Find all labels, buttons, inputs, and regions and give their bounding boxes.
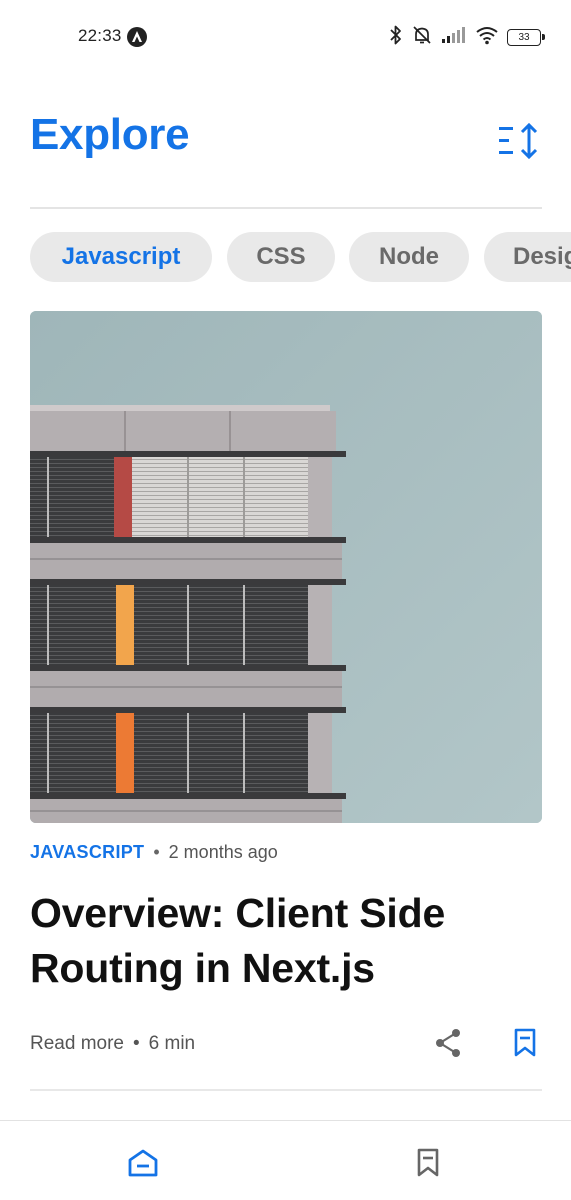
sort-button[interactable] [494,118,544,164]
bookmark-icon [417,1148,439,1177]
read-time: 6 min [148,1033,196,1054]
read-more-link[interactable]: Read more [30,1033,124,1055]
nav-bookmarks[interactable] [408,1143,448,1183]
page-title: Explore [30,110,190,159]
battery-icon: 33 [507,28,545,46]
read-separator: • [133,1033,140,1054]
article-image[interactable] [30,311,542,823]
building-photo [30,311,542,823]
sort-icon [499,122,538,160]
meta-separator: • [153,842,160,862]
bookmark-icon [514,1028,536,1057]
app-notification-icon [127,27,147,47]
article-divider [30,1089,542,1091]
share-icon [436,1029,460,1057]
chip-design[interactable]: Design [484,232,571,282]
bookmark-button[interactable] [507,1024,543,1062]
article-meta: JAVASCRIPT • 2 months ago [30,842,278,863]
bluetooth-icon [389,24,403,51]
category-chips: Javascript CSS Node Design [30,232,571,282]
bottom-nav [0,1120,571,1200]
article-published: 2 months ago [168,842,278,862]
status-time: 22:33 [78,26,122,45]
status-bar: 22:33 33 [0,0,571,76]
battery-level: 33 [518,31,530,43]
article-title[interactable]: Overview: Client Side Routing in Next.js [30,886,542,996]
article-category[interactable]: JAVASCRIPT [30,842,144,863]
chip-javascript[interactable]: Javascript [30,232,212,282]
home-icon [128,1149,158,1177]
silent-bell-icon [411,24,433,51]
status-icons: 33 [389,24,545,51]
chip-css[interactable]: CSS [227,232,335,282]
header-divider [30,207,542,209]
chip-node[interactable]: Node [349,232,469,282]
signal-icon [441,26,467,49]
article-footer: Read more • 6 min [30,1033,195,1055]
share-button[interactable] [430,1024,466,1062]
wifi-icon [475,25,499,50]
nav-home[interactable] [123,1143,163,1183]
